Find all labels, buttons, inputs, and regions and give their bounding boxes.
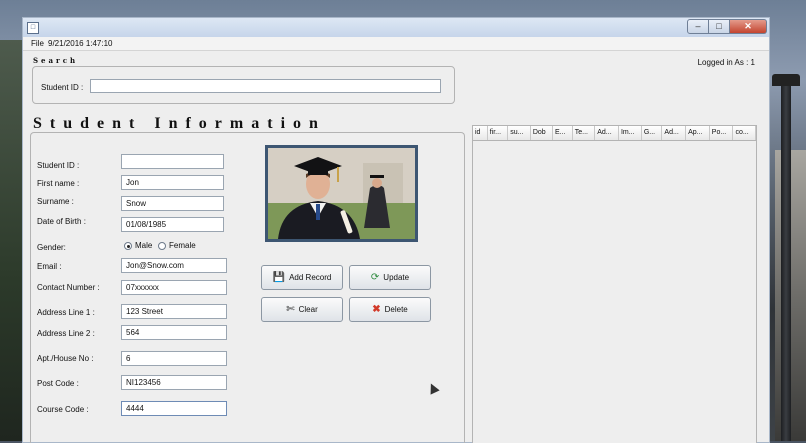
update-label: Update [383, 273, 410, 282]
gender-male-radio[interactable]: Male [124, 241, 152, 250]
table-column-header[interactable]: Dob [531, 126, 553, 140]
email-label: Email : [37, 262, 62, 271]
minimize-button[interactable]: – [687, 19, 709, 34]
contact-label: Contact Number : [37, 283, 100, 292]
app-window: □ – □ ✕ File 9/21/2016 1:47:10 Logged in… [22, 17, 770, 443]
clear-button[interactable]: ✄ Clear [261, 297, 343, 322]
table-column-header[interactable]: fir... [488, 126, 509, 140]
table-column-header[interactable]: Ad... [595, 126, 619, 140]
student-id-field[interactable] [121, 154, 224, 169]
address-line-2-field[interactable]: 564 [121, 325, 227, 340]
table-column-header[interactable]: E... [553, 126, 573, 140]
delete-label: Delete [384, 305, 408, 314]
table-column-header[interactable]: Te... [573, 126, 596, 140]
table-header: id fir... su... Dob E... Te... Ad... Im... G... A… [473, 126, 756, 141]
records-table[interactable]: id fir... su... Dob E... Te... Ad... Im... G... A… [472, 125, 757, 443]
table-column-header[interactable]: Ap... [686, 126, 710, 140]
postcode-label: Post Code : [37, 379, 79, 388]
first-name-field[interactable]: Jon [121, 175, 224, 190]
table-column-header[interactable]: id [473, 126, 488, 140]
address-line-1-field[interactable]: 123 Street [121, 304, 227, 319]
logged-in-status: Logged in As : 1 [697, 58, 755, 67]
scissors-icon: ✄ [286, 303, 295, 315]
contact-number-field[interactable]: 07xxxxxx [121, 280, 227, 295]
course-code-field[interactable]: 4444 [121, 401, 227, 416]
search-heading: Search [33, 56, 79, 65]
add-record-button[interactable]: 💾 Add Record [261, 265, 343, 290]
close-button[interactable]: ✕ [730, 19, 767, 34]
x-icon: ✖ [372, 303, 381, 315]
dob-field[interactable]: 01/08/1985 [121, 217, 224, 232]
app-icon: □ [27, 22, 39, 34]
delete-button[interactable]: ✖ Delete [349, 297, 431, 322]
title-bar[interactable]: □ – □ ✕ [23, 18, 769, 37]
window-controls: – □ ✕ [687, 19, 767, 34]
update-button[interactable]: ⟳ Update [349, 265, 431, 290]
menu-bar: File 9/21/2016 1:47:10 [23, 37, 769, 51]
female-radio-indicator[interactable] [158, 241, 166, 250]
female-radio-label: Female [169, 241, 196, 250]
desktop-lamppost [781, 80, 791, 441]
menu-datetime: 9/21/2016 1:47:10 [48, 39, 113, 48]
table-column-header[interactable]: Ad... [662, 126, 687, 140]
gender-label: Gender: [37, 243, 66, 252]
clear-label: Clear [298, 305, 318, 314]
maximize-button[interactable]: □ [709, 19, 730, 34]
surname-field[interactable]: Snow [121, 196, 224, 211]
male-radio-indicator[interactable] [124, 241, 132, 250]
student-photo [265, 145, 418, 242]
dob-label: Date of Birth : [37, 217, 86, 226]
email-field[interactable]: Jon@Snow.com [121, 258, 227, 273]
table-column-header[interactable]: Im... [619, 126, 642, 140]
course-code-label: Course Code : [37, 405, 89, 414]
apt-label: Apt./House No : [37, 354, 94, 363]
table-column-header[interactable]: Po... [710, 126, 734, 140]
menu-file[interactable]: File [31, 39, 44, 48]
surname-label: Surname : [37, 197, 74, 206]
address2-label: Address Line 2 : [37, 329, 95, 338]
save-icon: 💾 [272, 271, 286, 283]
search-student-id-input[interactable] [90, 79, 441, 93]
search-student-id-label: Student ID : [41, 83, 84, 92]
first-name-label: First name : [37, 179, 80, 188]
post-code-field[interactable]: NI123456 [121, 375, 227, 390]
student-id-label: Student ID : [37, 161, 80, 170]
desktop-tree [0, 40, 22, 441]
table-column-header[interactable]: co... [733, 126, 756, 140]
add-record-label: Add Record [289, 273, 332, 282]
address1-label: Address Line 1 : [37, 308, 95, 317]
student-information-heading: Student Information [33, 115, 326, 132]
apt-house-field[interactable]: 6 [121, 351, 227, 366]
male-radio-label: Male [135, 241, 153, 250]
refresh-icon: ⟳ [370, 271, 380, 283]
table-column-header[interactable]: G... [642, 126, 663, 140]
desktop-lamp-head [772, 74, 800, 86]
gender-female-radio[interactable]: Female [158, 241, 196, 250]
graduate-illustration [268, 148, 415, 239]
search-panel: Student ID : [32, 66, 455, 104]
table-column-header[interactable]: su... [508, 126, 531, 140]
